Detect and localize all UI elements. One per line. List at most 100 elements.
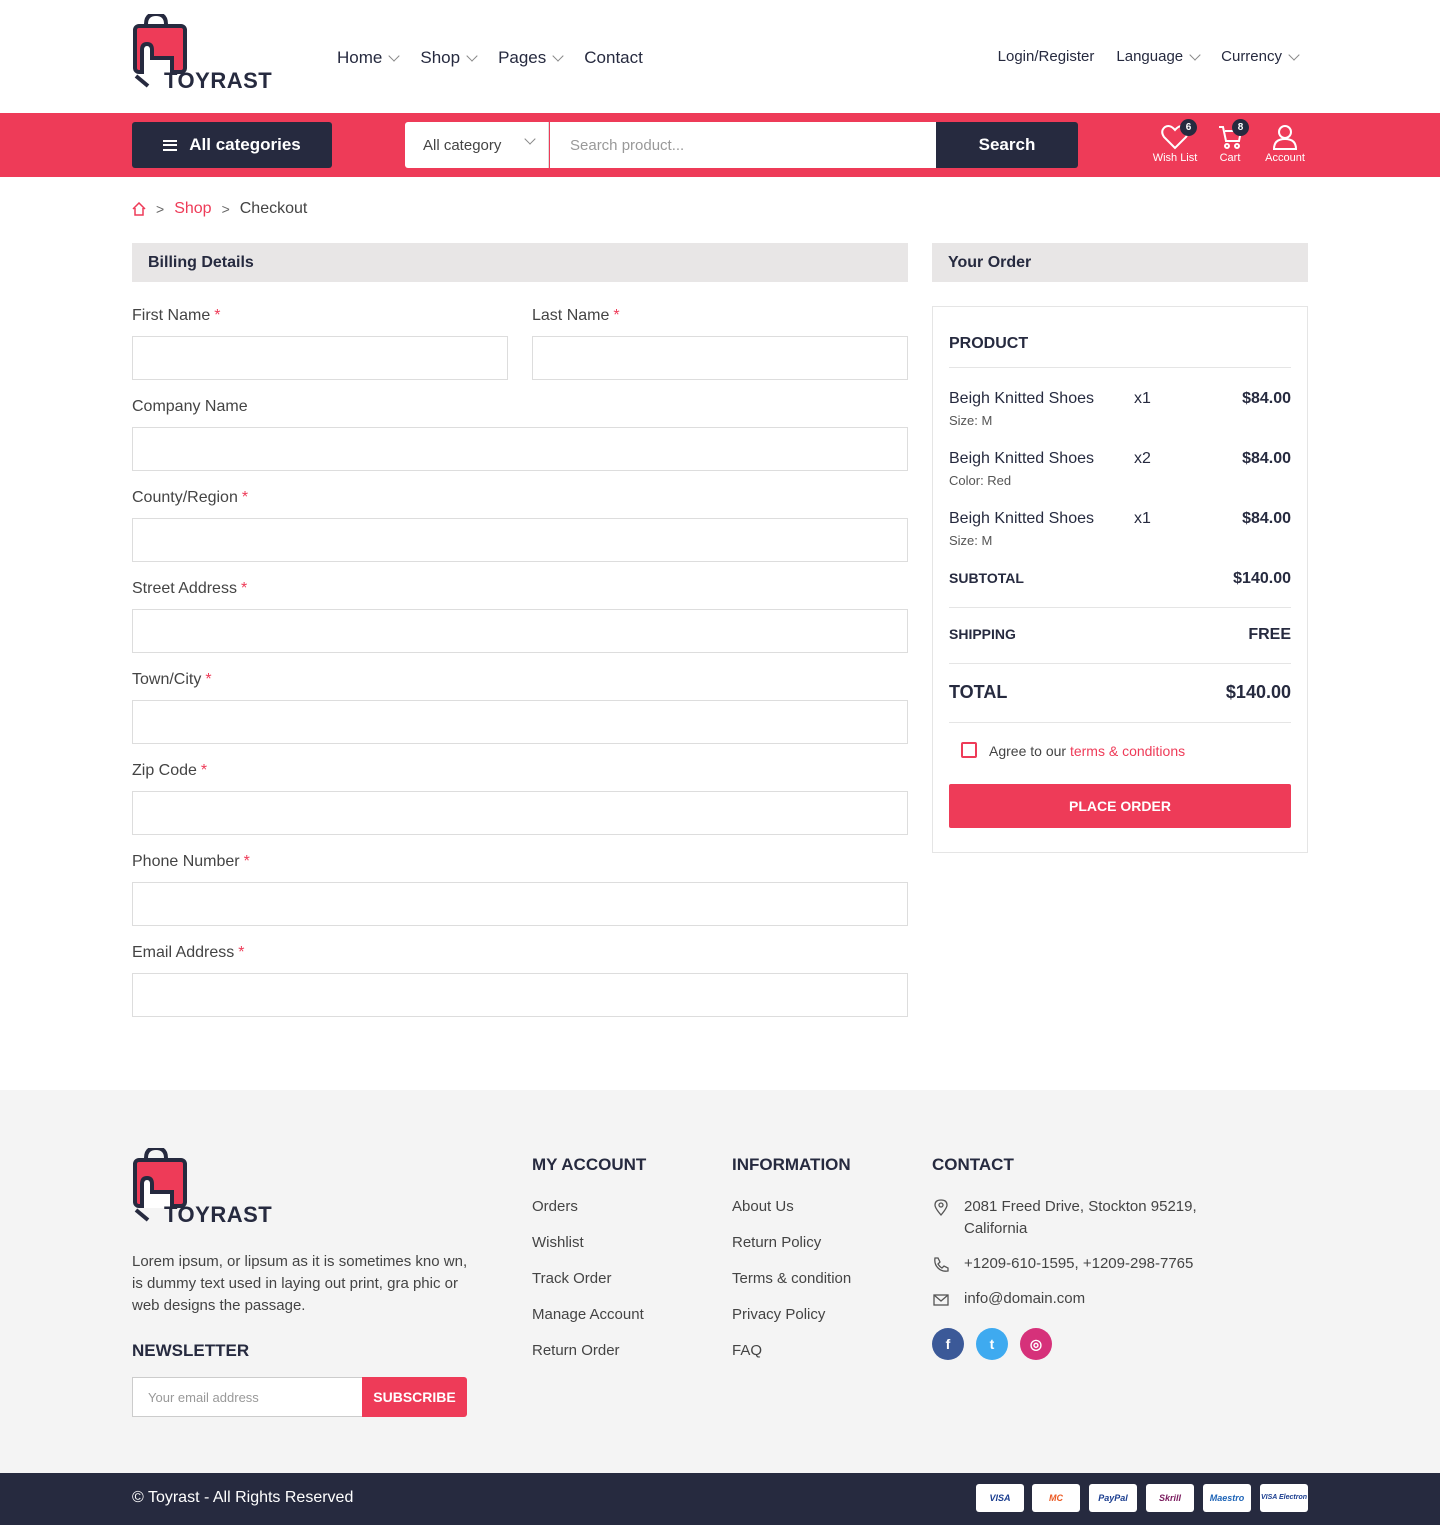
- account-label: Account: [1265, 152, 1305, 164]
- chevron-down-icon: [552, 50, 564, 62]
- breadcrumb-shop[interactable]: Shop: [174, 200, 211, 218]
- order-item-price: $84.00: [1242, 390, 1291, 407]
- all-categories-button[interactable]: All categories: [132, 122, 332, 168]
- zip-code-label-text: Zip Code: [132, 762, 197, 779]
- footer-link-return-order[interactable]: Return Order: [532, 1342, 620, 1359]
- cart-label: Cart: [1219, 152, 1241, 164]
- street-address-label-text: Street Address: [132, 580, 237, 597]
- divider: [949, 607, 1291, 608]
- footer-link-return-policy[interactable]: Return Policy: [732, 1234, 821, 1251]
- home-icon[interactable]: [132, 202, 146, 216]
- language-label: Language: [1116, 48, 1184, 65]
- terms-link[interactable]: terms & conditions: [1070, 743, 1185, 759]
- shipping-label: SHIPPING: [949, 626, 1016, 642]
- divider: [949, 722, 1291, 723]
- first-name-label-text: First Name: [132, 307, 211, 324]
- first-name-field[interactable]: [132, 336, 508, 380]
- breadcrumb-separator: >: [221, 201, 230, 217]
- required-mark: *: [243, 853, 250, 870]
- footer-link-wishlist[interactable]: Wishlist: [532, 1234, 584, 1251]
- wishlist-count-badge: 6: [1180, 119, 1197, 136]
- information-heading: INFORMATION: [732, 1155, 851, 1174]
- order-item-qty: x1: [1134, 390, 1151, 407]
- required-mark: *: [214, 307, 221, 324]
- chevron-down-icon: [524, 133, 536, 145]
- terms-checkbox[interactable]: [961, 742, 977, 758]
- your-order-heading: Your Order: [932, 243, 1308, 282]
- chevron-down-icon: [1288, 48, 1300, 61]
- cart-count-badge: 8: [1232, 119, 1249, 136]
- facebook-icon[interactable]: f: [932, 1328, 964, 1360]
- breadcrumb: > Shop > Checkout: [132, 200, 307, 218]
- copyright-bar: © Toyrast - All Rights Reserved VISA MC …: [0, 1473, 1440, 1525]
- nav-pages[interactable]: Pages: [498, 48, 564, 68]
- phone-number-label-text: Phone Number: [132, 853, 240, 870]
- login-register-link[interactable]: Login/Register: [998, 48, 1095, 65]
- email-address-label: Email Address *: [132, 944, 245, 962]
- phone-number-field[interactable]: [132, 882, 908, 926]
- cart-button[interactable]: 8 Cart: [1210, 119, 1250, 164]
- terms-agreement: Agree to our terms & conditions: [989, 743, 1185, 759]
- category-select[interactable]: All category: [405, 122, 549, 168]
- account-button[interactable]: Account: [1260, 124, 1310, 164]
- brand-logo[interactable]: TOYRAST: [132, 11, 272, 93]
- order-item-qty: x2: [1134, 450, 1151, 467]
- search-input[interactable]: [550, 122, 936, 168]
- wishlist-button[interactable]: 6 Wish List: [1150, 119, 1200, 164]
- contact-heading: CONTACT: [932, 1155, 1014, 1174]
- total-label: TOTAL: [949, 682, 1008, 702]
- nav-home[interactable]: Home: [337, 48, 401, 68]
- street-address-field[interactable]: [132, 609, 908, 653]
- footer-link-orders[interactable]: Orders: [532, 1198, 578, 1215]
- town-city-label: Town/City *: [132, 671, 212, 689]
- subtotal-value: $140.00: [1233, 570, 1291, 587]
- map-pin-icon: [934, 1199, 948, 1216]
- county-region-field[interactable]: [132, 518, 908, 562]
- zip-code-field[interactable]: [132, 791, 908, 835]
- place-order-button[interactable]: PLACE ORDER: [949, 784, 1291, 828]
- copyright-text: © Toyrast - All Rights Reserved: [132, 1489, 354, 1506]
- email-address-field[interactable]: [132, 973, 908, 1017]
- subscribe-button[interactable]: SUBSCRIBE: [362, 1377, 467, 1417]
- newsletter-email-input[interactable]: Your email address: [132, 1377, 363, 1417]
- order-item-detail: Size: M: [949, 413, 993, 428]
- shipping-value: FREE: [1248, 626, 1291, 643]
- site-header: TOYRAST Home Shop Pages Contact Login/Re…: [0, 0, 1440, 113]
- skrill-payment-icon: Skrill: [1146, 1484, 1194, 1512]
- footer-brand-logo[interactable]: TOYRAST: [132, 1145, 272, 1227]
- breadcrumb-separator: >: [156, 201, 165, 217]
- contact-email[interactable]: info@domain.com: [964, 1288, 1224, 1310]
- wishlist-label: Wish List: [1152, 152, 1198, 164]
- language-dropdown[interactable]: Language: [1116, 48, 1201, 65]
- twitter-icon[interactable]: t: [976, 1328, 1008, 1360]
- required-mark: *: [613, 307, 620, 324]
- footer-link-about-us[interactable]: About Us: [732, 1198, 794, 1215]
- required-mark: *: [205, 671, 212, 688]
- currency-dropdown[interactable]: Currency: [1221, 48, 1300, 65]
- terms-agreement-text: Agree to our: [989, 743, 1067, 759]
- search-button[interactable]: Search: [936, 122, 1078, 168]
- nav-shop[interactable]: Shop: [420, 48, 478, 68]
- required-mark: *: [241, 489, 249, 506]
- order-item-name: Beigh Knitted Shoes: [949, 450, 1094, 467]
- nav-contact[interactable]: Contact: [584, 48, 643, 68]
- visa-electron-payment-icon: VISA Electron: [1260, 1484, 1308, 1512]
- contact-phone: +1209-610-1595, +1209-298-7765: [964, 1255, 1194, 1272]
- order-item-name: Beigh Knitted Shoes: [949, 390, 1094, 407]
- last-name-label-text: Last Name: [532, 307, 610, 324]
- footer-link-privacy-policy[interactable]: Privacy Policy: [732, 1306, 825, 1323]
- maestro-payment-icon: Maestro: [1203, 1484, 1251, 1512]
- footer-link-track-order[interactable]: Track Order: [532, 1270, 611, 1287]
- county-region-label: County/Region *: [132, 489, 248, 507]
- town-city-field[interactable]: [132, 700, 908, 744]
- footer-link-terms[interactable]: Terms & condition: [732, 1270, 851, 1287]
- nav-home-label: Home: [337, 48, 383, 67]
- company-name-field[interactable]: [132, 427, 908, 471]
- divider: [949, 663, 1291, 664]
- last-name-field[interactable]: [532, 336, 908, 380]
- footer-link-faq[interactable]: FAQ: [732, 1342, 762, 1359]
- instagram-icon[interactable]: ◎: [1020, 1328, 1052, 1360]
- required-mark: *: [200, 762, 208, 779]
- county-region-label-text: County/Region: [132, 489, 238, 506]
- footer-link-manage-account[interactable]: Manage Account: [532, 1306, 644, 1323]
